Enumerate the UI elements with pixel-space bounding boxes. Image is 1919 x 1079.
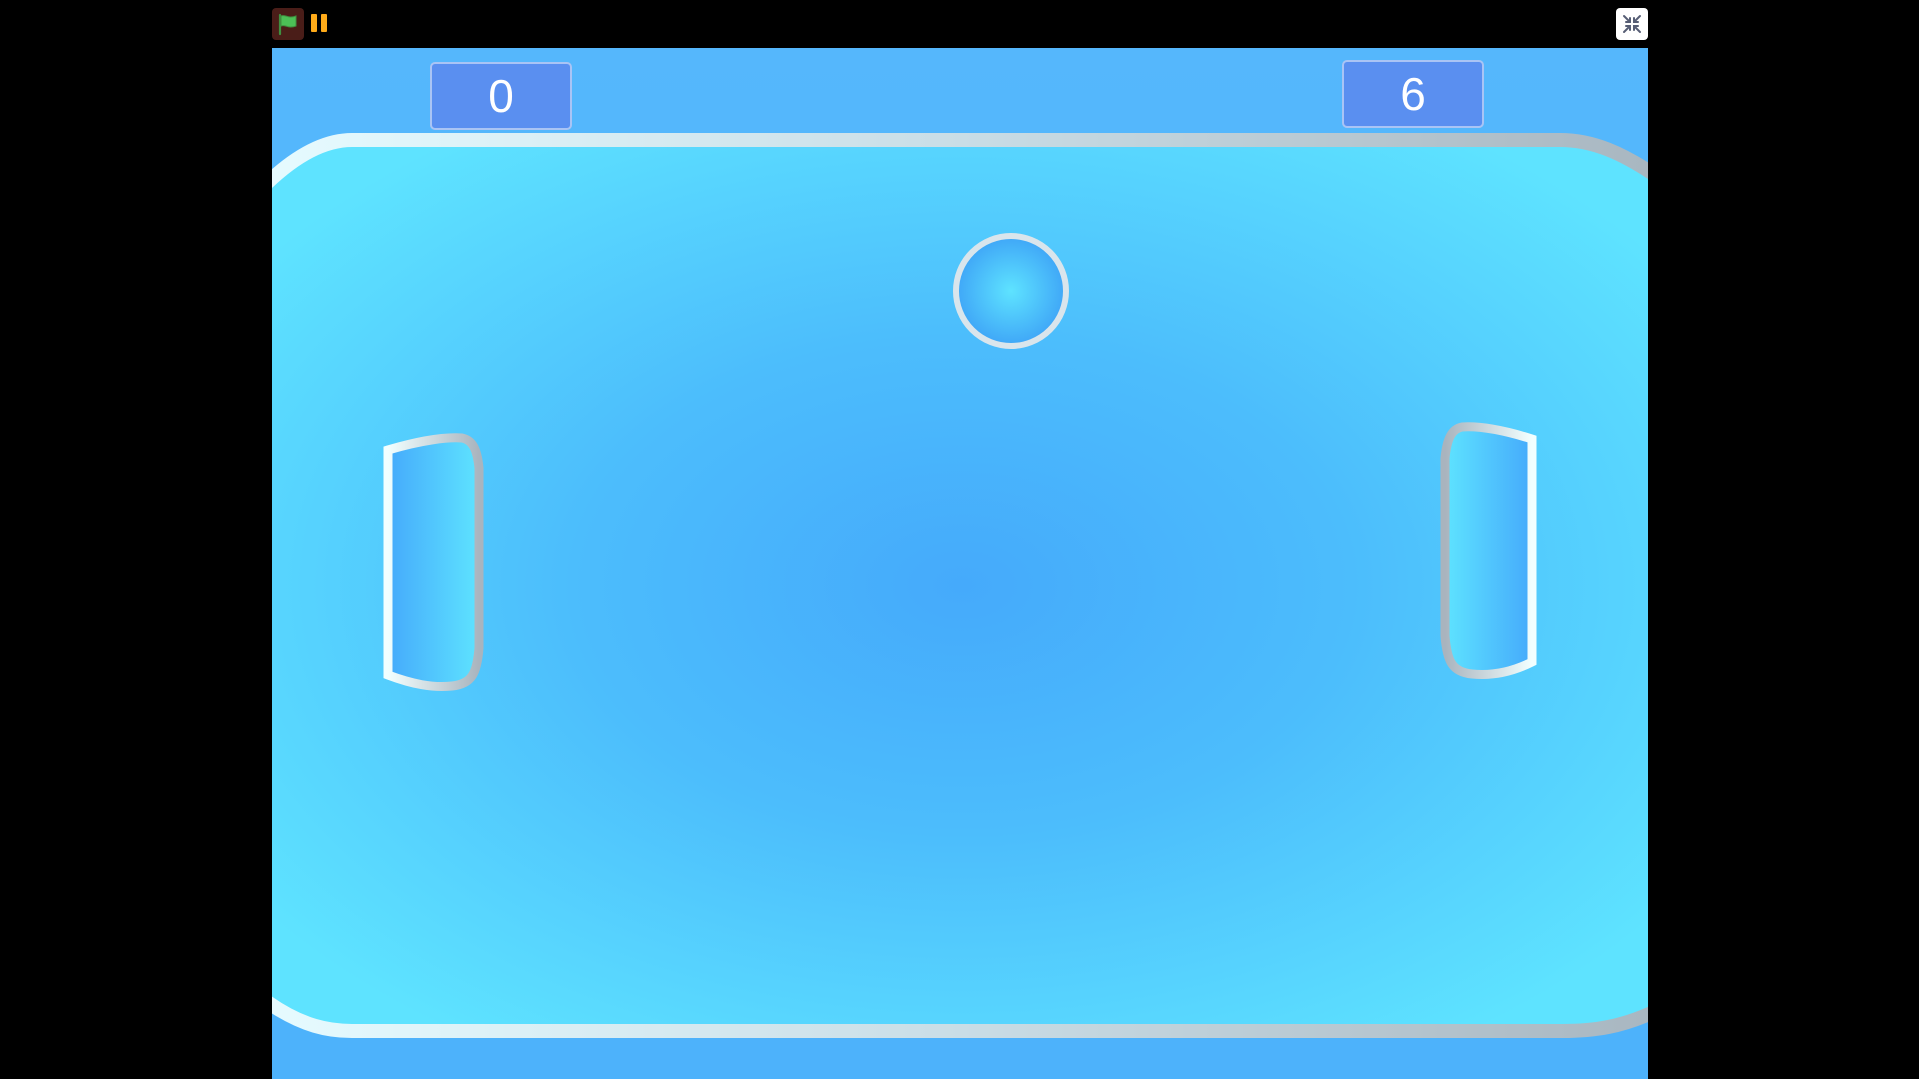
exit-fullscreen-icon xyxy=(1623,15,1641,33)
player-toolbar xyxy=(0,0,1919,48)
right-paddle xyxy=(1440,422,1537,679)
game-stage[interactable]: 0 6 xyxy=(272,48,1648,1079)
pause-icon xyxy=(311,14,317,32)
green-flag-icon xyxy=(278,13,297,36)
right-score: 6 xyxy=(1342,60,1484,128)
green-flag-button[interactable] xyxy=(272,8,304,40)
left-score: 0 xyxy=(430,62,572,130)
pause-button[interactable] xyxy=(310,14,330,34)
hockey-field xyxy=(272,133,1648,1038)
exit-fullscreen-button[interactable] xyxy=(1616,8,1648,40)
puck xyxy=(953,233,1069,349)
left-paddle xyxy=(383,433,484,691)
